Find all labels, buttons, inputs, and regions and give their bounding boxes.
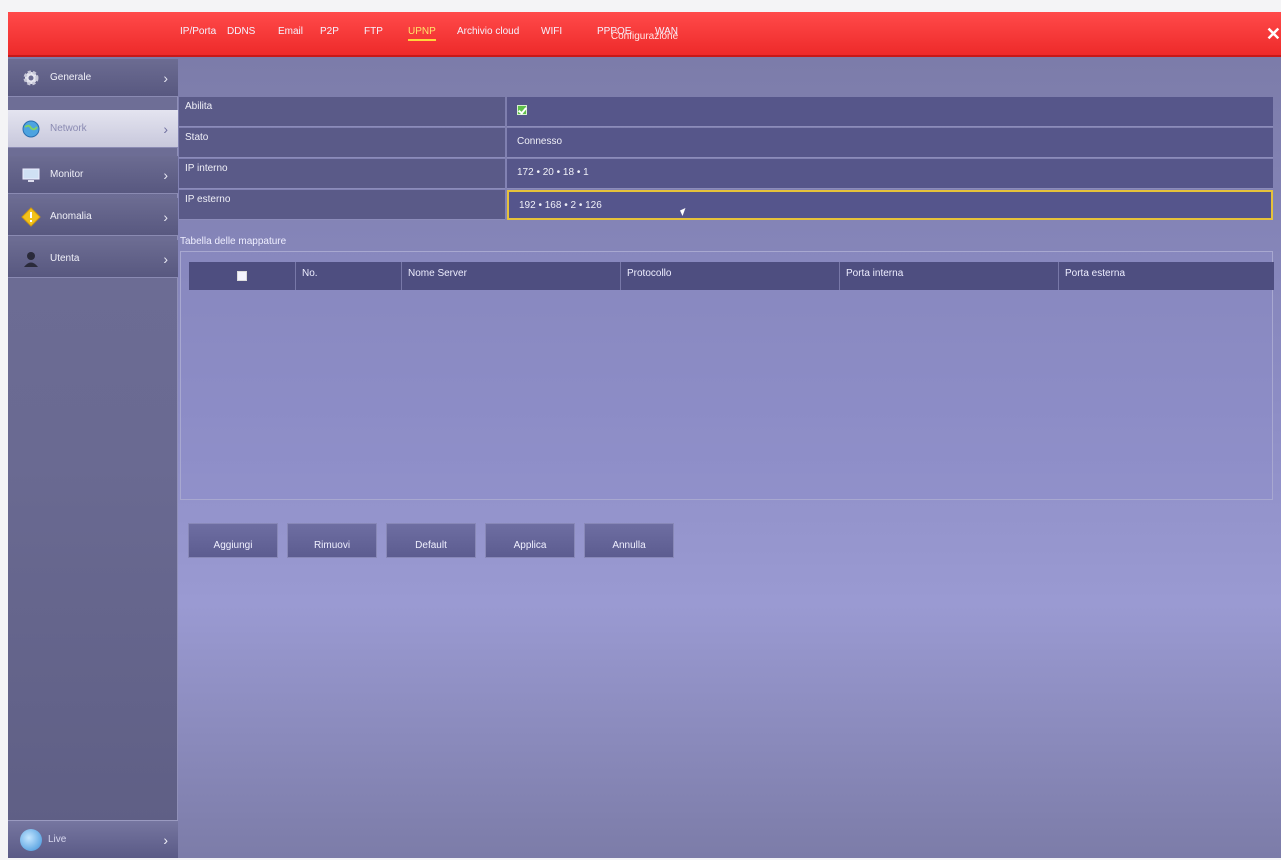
column-header-internal-port[interactable]: Porta interna <box>839 262 1058 290</box>
select-all-checkbox[interactable] <box>237 271 247 281</box>
chevron-right-icon: › <box>163 166 168 183</box>
sidebar-item-label: Utenta <box>50 253 80 264</box>
apply-button[interactable]: Applica <box>485 523 575 558</box>
sidebar-item-label: Monitor <box>50 169 84 180</box>
sidebar-item-live[interactable]: Live › <box>8 820 178 858</box>
sidebar-item-label: Network <box>50 123 87 134</box>
internal-ip-row: IP interno 172 • 20 • 18 • 1 <box>179 159 1273 189</box>
internal-ip-label: IP interno <box>179 159 505 189</box>
user-icon <box>20 248 42 270</box>
external-ip-row: IP esterno 192 • 168 • 2 • 126 <box>179 190 1273 220</box>
tab-upnp[interactable]: UPNP <box>408 26 436 41</box>
gear-icon <box>20 67 42 89</box>
column-header-protocol[interactable]: Protocollo <box>620 262 839 290</box>
sidebar-item-label: Generale <box>50 72 92 83</box>
warning-icon <box>20 206 42 228</box>
chevron-right-icon: › <box>163 69 168 86</box>
tab-email[interactable]: Email <box>278 26 303 37</box>
sidebar-item-label: Anomalia <box>50 211 92 222</box>
tab-archivio-cloud[interactable]: Archivio cloud <box>457 26 519 37</box>
tab-wifi[interactable]: WIFI <box>541 26 562 37</box>
column-header-external-port[interactable]: Porta esterna <box>1058 262 1274 290</box>
tab-ftp[interactable]: FTP <box>364 26 383 37</box>
external-ip-label: IP esterno <box>179 190 505 220</box>
internal-ip-field[interactable]: 172 • 20 • 18 • 1 <box>507 159 1273 189</box>
enable-label: Abilita <box>179 97 505 127</box>
sidebar-item-utenta[interactable]: Utenta › <box>8 240 178 278</box>
sidebar-item-label: Live <box>48 834 67 845</box>
enable-row: Abilita <box>179 97 1273 127</box>
enable-checkbox[interactable] <box>517 105 527 115</box>
tab-p2p[interactable]: P2P <box>320 26 339 37</box>
sidebar-item-anomalia[interactable]: Anomalia › <box>8 198 178 236</box>
select-all-cell <box>189 262 295 290</box>
add-button[interactable]: Aggiungi <box>188 523 278 558</box>
tab-ddns[interactable]: DDNS <box>227 26 255 37</box>
mapping-table: No. Nome Server Protocollo Porta interna… <box>180 251 1274 500</box>
config-window: Configurazione ✕ Generale › Network › Mo… <box>8 12 1281 858</box>
live-icon <box>20 828 42 851</box>
sidebar-item-generale[interactable]: Generale › <box>8 59 178 97</box>
monitor-icon <box>20 164 42 186</box>
column-header-no[interactable]: No. <box>295 262 401 290</box>
tab-wan[interactable]: WAN <box>655 26 678 37</box>
external-ip-field[interactable]: 192 • 168 • 2 • 126 <box>507 190 1273 220</box>
tab-ip-porta[interactable]: IP/Porta <box>180 26 216 37</box>
remove-button[interactable]: Rimuovi <box>287 523 377 558</box>
globe-icon <box>20 118 42 140</box>
cancel-button[interactable]: Annulla <box>584 523 674 558</box>
default-button[interactable]: Default <box>386 523 476 558</box>
close-icon[interactable]: ✕ <box>1266 24 1281 45</box>
sidebar-item-network[interactable]: Network › <box>8 110 178 148</box>
status-label: Stato <box>179 128 505 158</box>
tab-pppoe[interactable]: PPPOE <box>597 26 631 37</box>
enable-value <box>507 97 1273 127</box>
mapping-table-title: Tabella delle mappature <box>180 236 287 247</box>
sidebar-item-monitor[interactable]: Monitor › <box>8 156 178 194</box>
chevron-right-icon: › <box>163 120 168 137</box>
chevron-right-icon: › <box>163 250 168 267</box>
sidebar: Generale › Network › Monitor › Anomalia … <box>8 59 178 858</box>
status-value: Connesso <box>507 128 1273 158</box>
column-header-server-name[interactable]: Nome Server <box>401 262 620 290</box>
chevron-right-icon: › <box>163 208 168 225</box>
chevron-right-icon: › <box>163 831 168 848</box>
status-row: Stato Connesso <box>179 128 1273 158</box>
table-header: No. Nome Server Protocollo Porta interna… <box>189 262 1274 290</box>
